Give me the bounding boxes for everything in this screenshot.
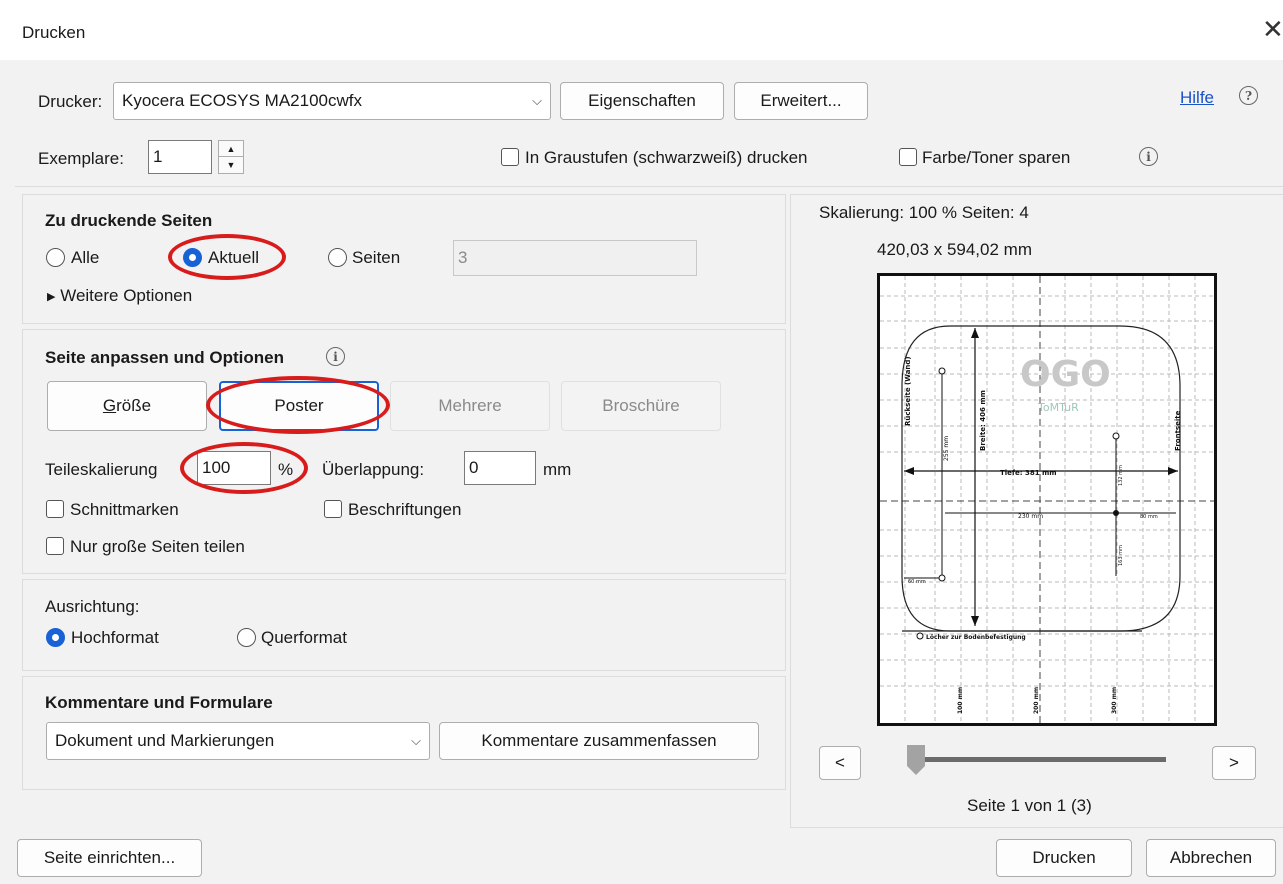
tile-scale-unit: % (278, 460, 294, 479)
ruler-100-label: 100 mm (957, 687, 964, 714)
comments-select-value: Dokument und Markierungen (55, 731, 275, 750)
holes-label: Löcher zur Bodenbefestigung (926, 634, 1026, 641)
chevron-down-icon: ⌵ (411, 733, 421, 748)
prev-page-button[interactable]: < (819, 746, 861, 780)
comments-title: Kommentare und Formulare (45, 693, 273, 712)
stepper-up-icon[interactable]: ▲ (219, 141, 243, 157)
labels-label: Beschriftungen (348, 500, 462, 519)
comments-select[interactable]: Dokument und Markierungen ⌵ (46, 722, 430, 760)
copies-label: Exemplare: (38, 149, 124, 168)
width-label: Breite: 406 mm (979, 390, 987, 451)
save-toner-checkbox[interactable] (899, 148, 917, 166)
right-side-label: Frontseite (1174, 410, 1182, 451)
ruler-300-label: 300 mm (1111, 687, 1118, 714)
stepper-down-icon[interactable]: ▼ (219, 157, 243, 173)
page-setup-button[interactable]: Seite einrichten... (17, 839, 202, 877)
orientation-landscape-label: Querformat (261, 628, 347, 647)
large-pages-label: Nur große Seiten teilen (70, 537, 245, 556)
advanced-button[interactable]: Erweitert... (734, 82, 868, 120)
more-options-toggle[interactable]: ▶ Weitere Optionen (47, 286, 192, 306)
logo-subtext: ToMTuR (1037, 401, 1079, 414)
tab-multiple[interactable]: Mehrere (390, 381, 550, 431)
sizing-section-title: Seite anpassen und Optionen (45, 348, 284, 367)
pages-range-radio[interactable] (328, 248, 347, 267)
depth-label: Tiefe: 381 mm (1000, 469, 1057, 477)
copies-stepper[interactable]: ▲ ▼ (218, 140, 244, 174)
tile-scale-label: Teileskalierung (45, 460, 158, 479)
orientation-portrait-label: Hochformat (71, 628, 159, 647)
window-title: Drucken (22, 23, 86, 42)
chevron-down-icon: ⌵ (532, 93, 542, 108)
orientation-title: Ausrichtung: (45, 597, 140, 616)
page-slider-track[interactable] (908, 757, 1166, 762)
cut-marks-label: Schnittmarken (70, 500, 179, 519)
dim-132-label: 132 mm (1118, 465, 1124, 486)
title-bar (0, 0, 1283, 60)
info-icon[interactable]: i (1139, 147, 1158, 166)
grayscale-label: In Graustufen (schwarzweiß) drucken (525, 148, 808, 167)
more-options-label: Weitere Optionen (60, 286, 193, 305)
large-pages-checkbox[interactable] (46, 537, 64, 555)
pages-section-title: Zu druckende Seiten (45, 211, 213, 230)
arrow-head (1168, 467, 1178, 475)
printer-select-value: Kyocera ECOSYS MA2100cwfx (122, 91, 362, 110)
left-side-label: Rückseite (Wand) (904, 356, 912, 426)
overlap-label: Überlappung: (322, 460, 425, 479)
tab-size-mnemonic: G (102, 396, 117, 415)
tab-size-label: röße (116, 396, 152, 415)
labels-checkbox[interactable] (324, 500, 342, 518)
dim-80-label: 80 mm (1140, 514, 1158, 520)
pages-all-radio[interactable] (46, 248, 65, 267)
overlap-unit: mm (543, 460, 572, 479)
ruler-200-label: 200 mm (1033, 687, 1040, 714)
overlap-input[interactable]: 0 (464, 451, 536, 485)
dim-60-label: 60 mm (908, 579, 926, 585)
logo-text: OGO (1020, 354, 1111, 395)
divider (15, 186, 1283, 187)
help-link[interactable]: Hilfe (1180, 88, 1214, 108)
scaling-info: Skalierung: 100 % Seiten: 4 (819, 203, 1029, 222)
hole-marker (1112, 432, 1120, 440)
properties-button[interactable]: Eigenschaften (560, 82, 724, 120)
arrow-head (971, 328, 979, 338)
tile-scale-input[interactable]: 100 (197, 451, 271, 485)
preview-grid (880, 276, 1214, 723)
orientation-panel (22, 579, 786, 671)
pages-range-input[interactable]: 3 (453, 240, 697, 276)
tab-booklet[interactable]: Broschüre (561, 381, 721, 431)
printer-label: Drucker: (38, 92, 103, 111)
preview-drawing: Rückseite (Wand) Frontseite Breite: 406 … (880, 276, 1214, 723)
grayscale-checkbox[interactable] (501, 148, 519, 166)
dim-255-label: 255 mm (943, 436, 950, 461)
hole-marker (916, 632, 924, 640)
orientation-portrait-radio[interactable] (46, 628, 65, 647)
orientation-landscape-radio[interactable] (237, 628, 256, 647)
next-page-button[interactable]: > (1212, 746, 1256, 780)
pages-range-label: Seiten (352, 248, 401, 267)
print-button[interactable]: Drucken (996, 839, 1132, 877)
page-dimensions: 420,03 x 594,02 mm (877, 240, 1032, 259)
hole-marker (938, 367, 946, 375)
tab-poster[interactable]: Poster (219, 381, 379, 431)
hole-marker (938, 574, 946, 582)
pages-current-radio[interactable] (183, 248, 202, 267)
page-indicator: Seite 1 von 1 (3) (967, 796, 1092, 815)
printer-select[interactable]: Kyocera ECOSYS MA2100cwfx ⌵ (113, 82, 551, 120)
summarize-comments-button[interactable]: Kommentare zusammenfassen (439, 722, 759, 760)
save-toner-label: Farbe/Toner sparen (922, 148, 1071, 167)
dim-230-label: 230 mm (1018, 513, 1043, 520)
triangle-right-icon: ▶ (47, 291, 56, 304)
copies-input[interactable]: 1 (148, 140, 212, 174)
pages-current-label: Aktuell (208, 248, 260, 267)
arrow-head (971, 616, 979, 626)
page-preview: Rückseite (Wand) Frontseite Breite: 406 … (877, 273, 1217, 726)
help-icon[interactable]: ? (1239, 86, 1258, 105)
close-icon[interactable]: ✕ (1262, 16, 1283, 42)
tab-size[interactable]: Größe (47, 381, 207, 431)
cut-marks-checkbox[interactable] (46, 500, 64, 518)
info-icon[interactable]: i (326, 347, 345, 366)
cancel-button[interactable]: Abbrechen (1146, 839, 1276, 877)
dim-163-label: 163 mm (1118, 545, 1124, 566)
pages-all-label: Alle (71, 248, 100, 267)
